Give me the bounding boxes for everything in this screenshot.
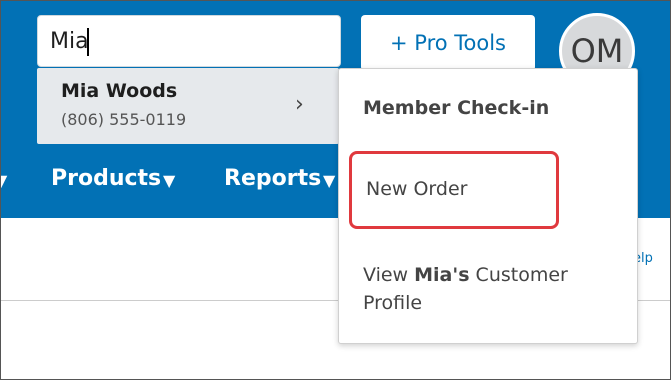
chevron-down-icon: ▼	[163, 171, 176, 190]
menu-item-view-customer-profile[interactable]: View Mia's Customer Profile	[363, 261, 623, 317]
chevron-right-icon: ›	[295, 92, 304, 117]
nav-item-label: Products	[51, 166, 162, 191]
menu-item-label: New Order	[366, 178, 468, 200]
pro-tools-button[interactable]: + Pro Tools	[361, 15, 535, 71]
text-caret	[87, 28, 89, 56]
nav-item-label: Reports	[224, 166, 322, 191]
chevron-down-icon[interactable]: ▼	[1, 171, 7, 190]
search-result-item[interactable]: Mia Woods (806) 555-0119 ›	[37, 68, 339, 144]
customer-name: Mia's	[414, 264, 470, 286]
chevron-down-icon: ▼	[323, 171, 336, 190]
customer-actions-menu: Member Check-in New Order View Mia's Cus…	[338, 68, 638, 344]
menu-item-member-check-in[interactable]: Member Check-in	[363, 97, 549, 119]
menu-item-new-order[interactable]: New Order	[349, 151, 559, 229]
view-prefix: View	[363, 264, 415, 286]
result-name: Mia Woods	[61, 80, 178, 102]
app-window: + Pro Tools OM Mia Woods (806) 555-0119 …	[0, 0, 671, 380]
search-input[interactable]	[37, 15, 341, 67]
nav-item-reports[interactable]: Reports	[224, 166, 321, 191]
result-phone: (806) 555-0119	[61, 110, 187, 129]
nav-item-products[interactable]: Products	[51, 166, 161, 191]
